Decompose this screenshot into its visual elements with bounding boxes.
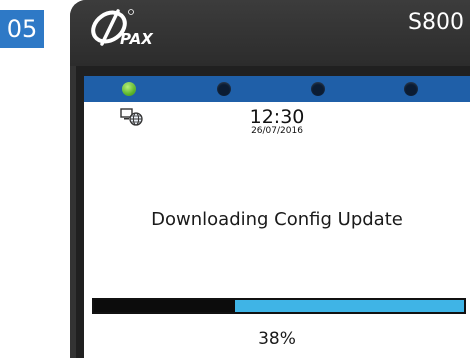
clock-time: 12:30 [249,106,305,128]
status-led-1 [122,82,136,96]
svg-text:PAX: PAX [120,30,154,48]
download-progress-fill [94,300,235,312]
terminal-header: PAX S800 [70,0,470,66]
clock-date: 26/07/2016 [251,126,303,136]
status-led-2 [217,82,231,96]
page: 05 PAX S800 12:30 26/07/2016 Downloading… [0,0,470,358]
status-led-bar [84,76,470,102]
status-message: Downloading Config Update [151,209,403,230]
payment-terminal: PAX S800 12:30 26/07/2016 Downloading Co… [70,0,470,358]
terminal-screen: 12:30 26/07/2016 Downloading Config Upda… [84,76,470,358]
progress-percent-label: 38% [258,329,296,349]
download-progress-bar [92,298,466,314]
status-led-3 [311,82,325,96]
step-number-badge: 05 [0,10,44,48]
device-model-label: S800 [408,10,464,35]
pax-logo: PAX [91,9,154,48]
status-led-4 [404,82,418,96]
